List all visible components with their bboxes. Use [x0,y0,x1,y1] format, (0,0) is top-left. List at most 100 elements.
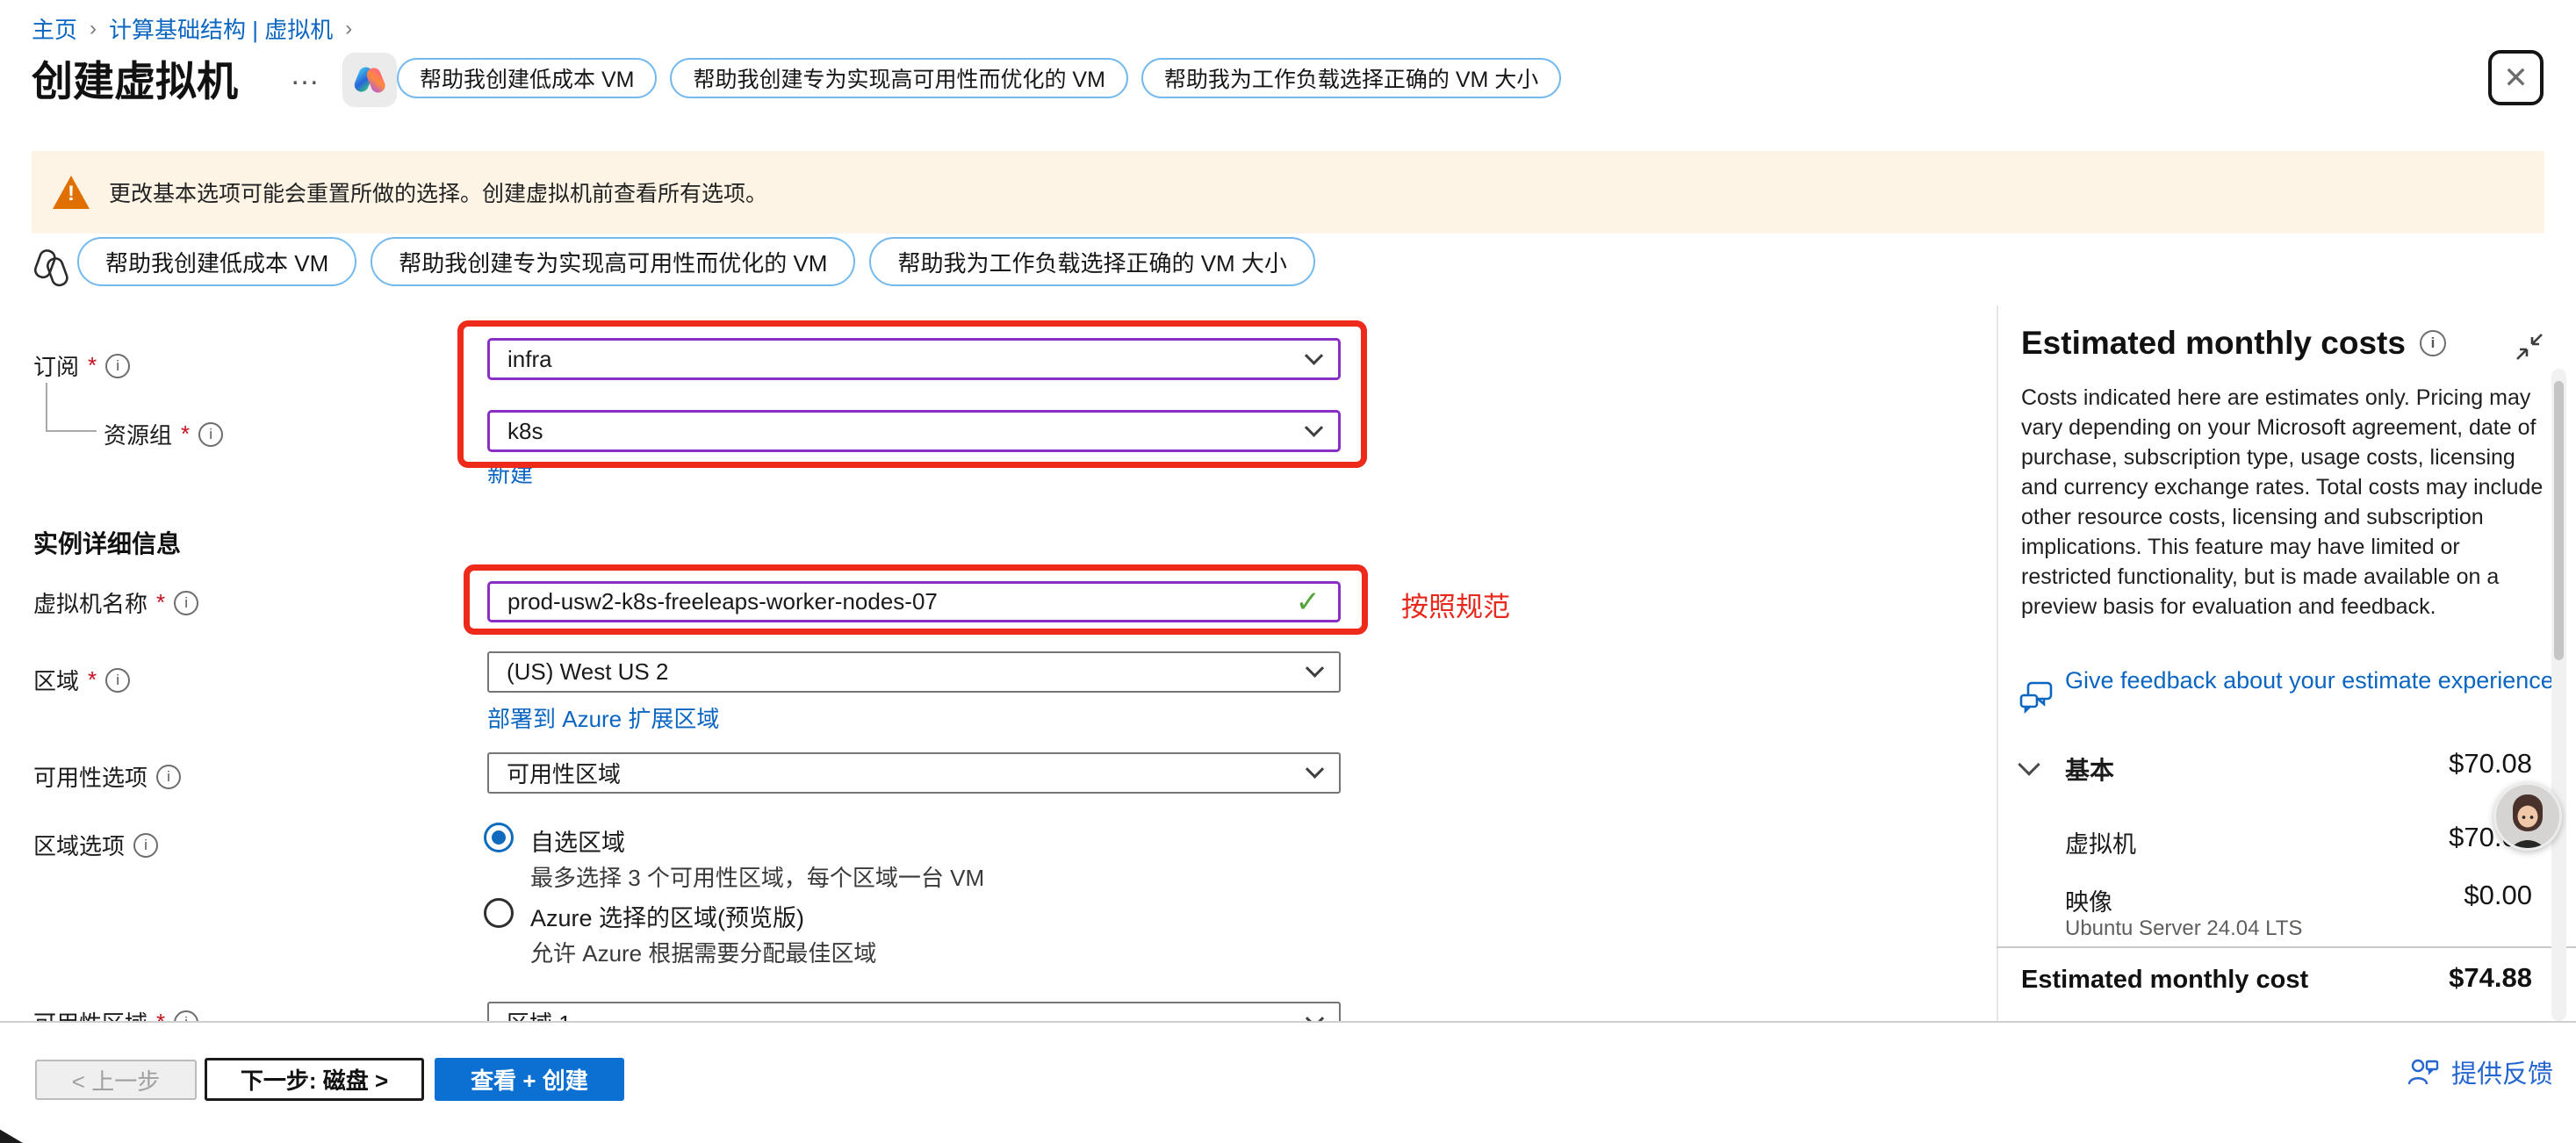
radio-self-selected-zones[interactable] [484,823,514,852]
copilot-low-cost-vm-button[interactable]: 帮助我创建低成本 VM [397,58,657,98]
footer-divider [0,1021,2576,1023]
radio-dot [492,830,506,845]
cost-panel-title-text: Estimated monthly costs [2021,325,2406,362]
review-create-button[interactable]: 查看 + 创建 [435,1058,624,1101]
copilot-suggestions-row: 帮助我创建低成本 VM 帮助我创建专为实现高可用性而优化的 VM 帮助我为工作负… [77,237,1315,286]
radio-self-selected-zones-desc: 最多选择 3 个可用性区域，每个区域一台 VM [530,860,984,893]
create-vm-page: 主页 › 计算基础结构 | 虚拟机 › 创建虚拟机 … 帮助我创建低成本 VM … [0,0,2576,1143]
availability-zone-dropdown[interactable]: 区域 1 [487,1002,1341,1021]
region-dropdown[interactable]: (US) West US 2 [487,651,1341,693]
close-button[interactable]: ✕ [2488,50,2544,105]
availability-zone-label-text: 可用性区域 [33,1006,148,1021]
cost-row-image-value: $0.00 [2318,880,2532,911]
create-new-resource-group-link[interactable]: 新建 [487,456,533,489]
info-icon[interactable]: i [2420,330,2446,356]
panel-left-border [1997,306,1998,1021]
info-icon[interactable]: i [198,422,223,447]
copilot-low-cost-vm-button[interactable]: 帮助我创建低成本 VM [77,237,356,286]
resource-group-dropdown[interactable]: k8s [487,410,1341,452]
region-label: 区域 * i [33,664,130,696]
availability-options-dropdown[interactable]: 可用性区域 [487,752,1341,794]
zone-options-label: 区域选项 i [33,829,158,861]
vm-name-label: 虚拟机名称 * i [33,586,198,619]
next-step-disks-button[interactable]: 下一步: 磁盘 > [205,1058,424,1101]
valid-check-icon: ✓ [1296,585,1321,620]
availability-zone-label: 可用性区域 * i [33,1006,198,1021]
vm-name-input[interactable] [507,588,1285,615]
give-feedback-label: 提供反馈 [2451,1053,2553,1090]
info-icon[interactable]: i [133,833,158,858]
estimate-feedback-link[interactable]: Give feedback about your estimate experi… [2065,665,2557,696]
copilot-right-size-vm-button[interactable]: 帮助我为工作负载选择正确的 VM 大小 [1141,58,1561,98]
feedback-bubbles-icon [2018,678,2058,724]
cost-disclaimer: Costs indicated here are estimates only.… [2021,383,2544,622]
vm-name-field: ✓ [487,581,1341,622]
subscription-tree-connector [46,383,97,432]
zone-options-label-text: 区域选项 [33,829,125,861]
estimated-monthly-cost-label: Estimated monthly cost [2021,966,2308,995]
info-icon[interactable]: i [174,591,198,615]
breadcrumb: 主页 › 计算基础结构 | 虚拟机 › [32,12,352,45]
info-icon[interactable]: i [156,765,181,789]
more-options-icon[interactable]: … [290,58,322,92]
info-icon[interactable]: i [105,354,130,378]
info-icon[interactable]: i [174,1010,198,1022]
warning-icon: ! [53,176,90,209]
radio-azure-selected-zones[interactable] [484,898,514,928]
subscription-label: 订阅 * i [33,349,130,382]
warning-banner-text: 更改基本选项可能会重置所做的选择。创建虚拟机前查看所有选项。 [109,176,767,208]
resource-group-dropdown-value: k8s [507,418,543,445]
close-icon: ✕ [2503,61,2529,96]
region-dropdown-value: (US) West US 2 [507,658,668,686]
panel-divider [1997,946,2576,948]
copilot-suggestions-row-top: 帮助我创建低成本 VM 帮助我创建专为实现高可用性而优化的 VM 帮助我为工作负… [397,58,1561,98]
copilot-icon [352,62,387,97]
availability-options-dropdown-value: 可用性区域 [507,757,621,789]
give-feedback-link[interactable]: 提供反馈 [2406,1053,2553,1090]
copilot-high-availability-vm-button[interactable]: 帮助我创建专为实现高可用性而优化的 VM [371,237,855,286]
resource-group-label-text: 资源组 [104,418,172,450]
subscription-dropdown[interactable]: infra [487,338,1341,380]
subscription-label-text: 订阅 [33,349,79,382]
deploy-edge-zone-link[interactable]: 部署到 Azure 扩展区域 [487,701,719,734]
availability-zone-dropdown-value: 区域 1 [507,1006,572,1021]
radio-azure-selected-zones-label[interactable]: Azure 选择的区域(预览版) [530,899,804,933]
cost-row-image-label: 映像 [2065,883,2112,917]
screen-overlay-corner [0,1124,23,1143]
availability-zone-dropdown-clip: 区域 1 [486,1000,1344,1021]
required-asterisk: * [88,352,97,379]
copilot-outline-icon [32,246,72,296]
breadcrumb-home-link[interactable]: 主页 [32,12,77,45]
collapse-panel-icon[interactable] [2513,330,2546,368]
copilot-high-availability-vm-button[interactable]: 帮助我创建专为实现高可用性而优化的 VM [670,58,1127,98]
chevron-down-icon [1306,659,1324,678]
radio-self-selected-zones-label[interactable]: 自选区域 [530,823,625,858]
vm-name-label-text: 虚拟机名称 [33,586,148,619]
required-asterisk: * [156,1009,165,1021]
webcam-avatar-overlay [2493,782,2562,851]
breadcrumb-separator-icon: › [345,17,352,41]
panel-scrollbar-thumb[interactable] [2554,381,2564,660]
availability-options-label-text: 可用性选项 [33,760,148,793]
chevron-down-icon [1305,418,1323,436]
copilot-button[interactable] [342,53,397,107]
resource-group-label: 资源组 * i [104,418,223,450]
cost-group-basic-value: $70.08 [2318,748,2532,780]
breadcrumb-separator-icon: › [90,17,97,41]
expand-basic-group-icon[interactable] [2021,757,2037,773]
info-icon[interactable]: i [105,668,130,693]
instance-details-header: 实例详细信息 [33,525,181,560]
person-feedback-icon [2406,1054,2441,1089]
chevron-down-icon [1305,346,1323,364]
required-asterisk: * [181,421,190,448]
previous-step-button[interactable]: < 上一步 [35,1060,197,1100]
copilot-right-size-vm-button[interactable]: 帮助我为工作负载选择正确的 VM 大小 [869,237,1314,286]
cost-row-image-sub: Ubuntu Server 24.04 LTS [2065,917,2302,941]
availability-zone-label-clip: 可用性区域 * i [33,1004,385,1021]
vm-name-annotation-note: 按照规范 [1401,585,1510,624]
required-asterisk: * [88,666,97,694]
estimated-monthly-cost-value: $74.88 [2318,962,2532,994]
breadcrumb-section-link[interactable]: 计算基础结构 | 虚拟机 [109,12,333,45]
cost-row-vm-label: 虚拟机 [2065,825,2136,859]
region-label-text: 区域 [33,664,79,696]
